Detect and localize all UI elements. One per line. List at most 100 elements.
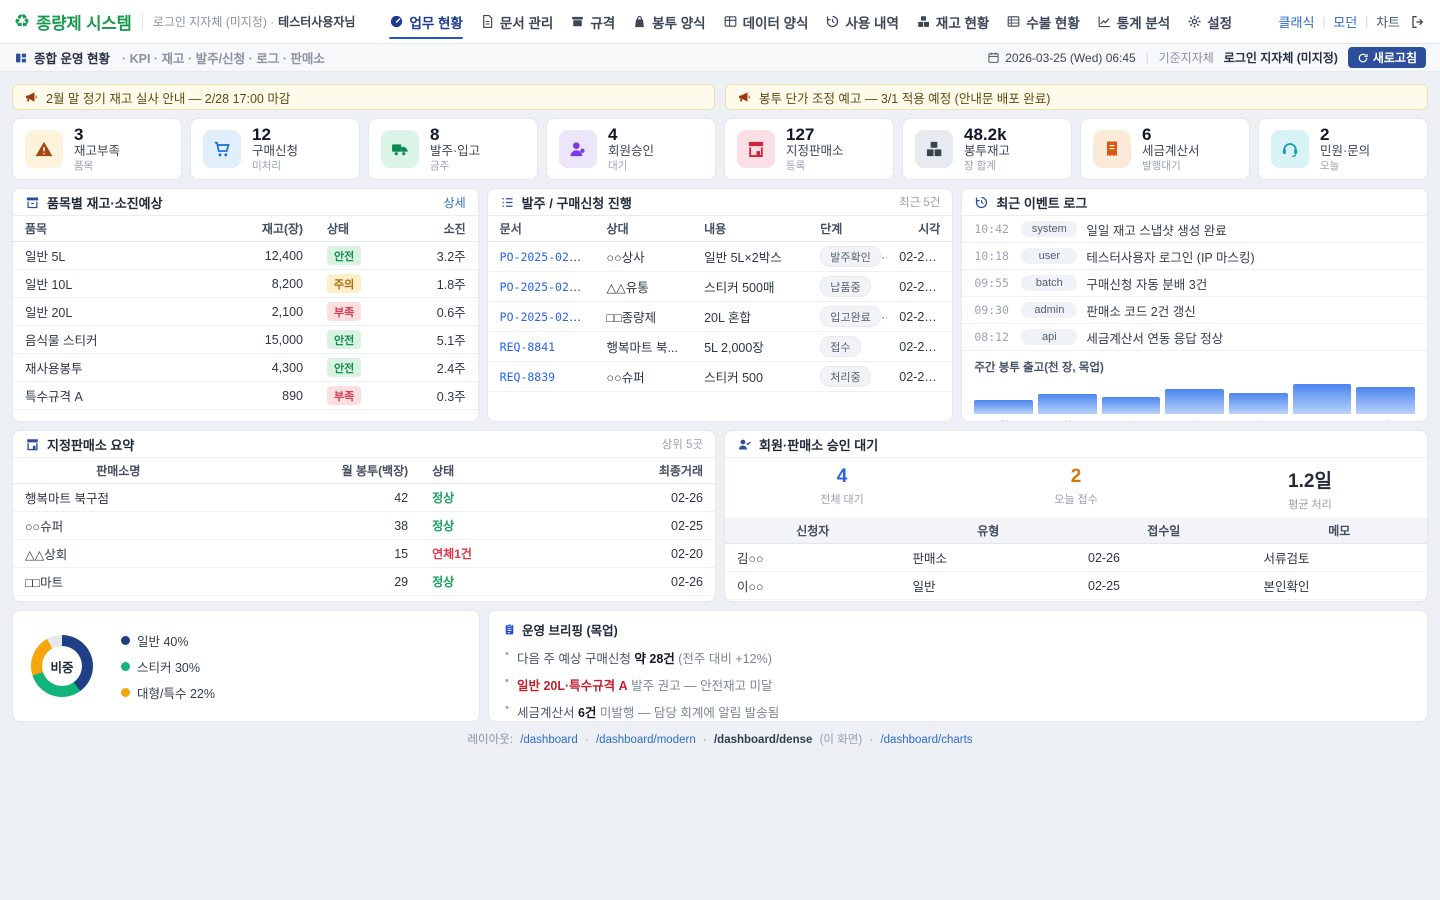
view-classic-link[interactable]: 클래식 [1279,12,1315,31]
item-name: 재사용봉투 [13,354,199,382]
orders-panel: 발주 / 구매신청 진행 최근 5건 문서 상대 내용 단계 시각 PO-202… [487,188,954,422]
stat-value: 1.2일 [1193,466,1427,493]
footer-link-charts[interactable]: /dashboard/charts [880,734,972,746]
toolbar-right: 2026-03-25 (Wed) 06:45 | 기준지자체 로그인 지자체 (… [987,47,1426,68]
store-name: ◇◇할인점 [13,596,224,603]
event-tag: system [1021,221,1077,237]
kpi-value: 4 [608,125,654,145]
box-icon [570,14,585,29]
footer-link-dashboard[interactable]: /dashboard [520,734,578,746]
nav-statistics[interactable]: 통계 분석 [1097,0,1170,44]
kpi-orders-inbound[interactable]: 8발주·입고금주 [368,118,538,180]
view-modern-link[interactable]: 모던 [1333,12,1357,31]
item-status: 안전 [315,354,394,382]
store-name: ○○슈퍼 [13,512,224,540]
nav-ledger-status[interactable]: 수불 현황 [1006,0,1079,44]
login-context-text: 로그인 지자체 (미지정) · [153,13,274,30]
store-last-trade: 02-20 [561,540,715,568]
item-name: 일반 5L [13,242,199,270]
event-time: 08:12 [974,330,1012,344]
nav-data-forms[interactable]: 데이터 양식 [723,0,809,44]
breadcrumb: · KPI · 재고 · 발주/신청 · 로그 · 판매소 [122,48,325,67]
panel-meta: 최근 5건 [899,194,940,210]
logout-icon[interactable] [1410,14,1426,30]
nav-work-status[interactable]: 업무 현황 [389,0,462,44]
document-icon [480,14,495,29]
footer-link-modern[interactable]: /dashboard/modern [596,734,696,746]
item-name: 음식물 스티커 [13,326,199,354]
kpi-value: 12 [252,125,298,145]
kpi-inquiries[interactable]: 2민원·문의오늘 [1258,118,1428,180]
region-label: 기준지자체 [1159,49,1214,66]
store-row: △△상회 15 연체1건 02-20 [13,540,715,568]
stat-total-waiting: 4 전체 대기 [725,466,959,512]
col-header: 접수일 [1076,518,1252,544]
panel-row-3: 비중 일반 40% 스티커 30% 대형/특 [12,610,1428,722]
nav-specs[interactable]: 규격 [570,0,615,44]
document-link[interactable]: PO-2025-0216 [500,310,583,324]
kpi-sublabel: 발행대기 [1142,160,1200,174]
order-doc: PO-2025-0218 [488,242,595,272]
separator: | [1365,16,1368,28]
order-content: 일반 5L×2박스 [692,242,808,272]
weekly-bars [974,384,1415,414]
event-row: 10:42 system 일일 재고 스냅샷 생성 완료 [962,216,1427,243]
kpi-sublabel: 대기 [608,160,654,174]
nav-settings[interactable]: 설정 [1187,0,1232,44]
legend-item: 대형/특수 22% [121,683,215,702]
kpi-bag-inventory[interactable]: 48.2k봉투재고장 합계 [902,118,1072,180]
notice-row: 2월 말 정기 재고 실사 안내 — 2/28 17:00 마감 봉투 단가 조… [12,84,1428,110]
col-header: 단계 [808,216,887,242]
store-monthly: 42 [224,484,421,512]
kpi-sublabel: 품목 [74,160,120,174]
memo: 본인확인 [1252,572,1428,600]
order-time: 02-26 09:05 [887,272,952,302]
nav-label: 봉투 양식 [652,12,705,32]
col-header: 문서 [488,216,595,242]
kpi-tax-invoices[interactable]: 6세금계산서발행대기 [1080,118,1250,180]
document-link[interactable]: PO-2025-0217 [500,280,583,294]
panel-title: 지정판매소 요약 [47,435,134,454]
memo: 주소불일치 [1252,600,1428,603]
nav-usage-history[interactable]: 사용 내역 [825,0,898,44]
kpi-value: 8 [430,125,480,145]
item-stock: 2,100 [199,298,315,326]
kpi-designated-stores[interactable]: 127지정판매소등록 [724,118,894,180]
user-name: 테스터사용자님 [278,13,355,30]
list-icon [500,195,515,210]
inventory-detail-link[interactable]: 상세 [444,194,466,211]
col-header: 상태 [420,458,560,484]
order-stage: 입고완료 [808,302,887,332]
kpi-purchase-requests[interactable]: 12구매신청미처리 [190,118,360,180]
kpi-low-stock[interactable]: 3재고부족품목 [12,118,182,180]
briefing-text: (전주 대비 +12%) [675,652,772,666]
document-link[interactable]: REQ-8839 [500,370,555,384]
nav-bag-forms[interactable]: 봉투 양식 [632,0,705,44]
order-partner: 행복마트 북... [595,332,693,362]
document-link[interactable]: PO-2025-0218 [500,250,583,264]
order-doc: PO-2025-0217 [488,272,595,302]
app-logo[interactable]: ♻ 종량제 시스템 [14,10,132,34]
bar-label: 토 [1293,417,1352,422]
briefing-strong: 일반 20L·특수규격 A [517,679,628,693]
document-link[interactable]: REQ-8841 [500,340,555,354]
legend-dot [121,688,130,697]
cart-icon [203,130,241,168]
kpi-member-approvals[interactable]: 4회원승인대기 [546,118,716,180]
event-row: 10:18 user 테스터사용자 로그인 (IP 마스킹) [962,243,1427,270]
view-chart-link[interactable]: 차트 [1376,12,1400,31]
separator: · [703,734,707,746]
nav-label: 업무 현황 [409,12,462,32]
order-content: 스티커 500 [692,362,808,392]
event-log-panel: 최근 이벤트 로그 10:42 system 일일 재고 스냅샷 생성 완료 1… [961,188,1428,422]
kpi-sublabel: 미처리 [252,160,298,174]
bag-icon [632,14,647,29]
truck-icon [381,130,419,168]
nav-document-mgmt[interactable]: 문서 관리 [480,0,553,44]
order-row: PO-2025-0217 △△유통 스티커 500매 납품중 02-26 09:… [488,272,953,302]
nav-inventory-status[interactable]: 재고 현황 [916,0,989,44]
refresh-button[interactable]: 새로고침 [1348,47,1426,68]
briefing-strong: 6건 [578,706,596,720]
dashboard-grid-icon [14,51,28,65]
store-icon [25,437,40,452]
